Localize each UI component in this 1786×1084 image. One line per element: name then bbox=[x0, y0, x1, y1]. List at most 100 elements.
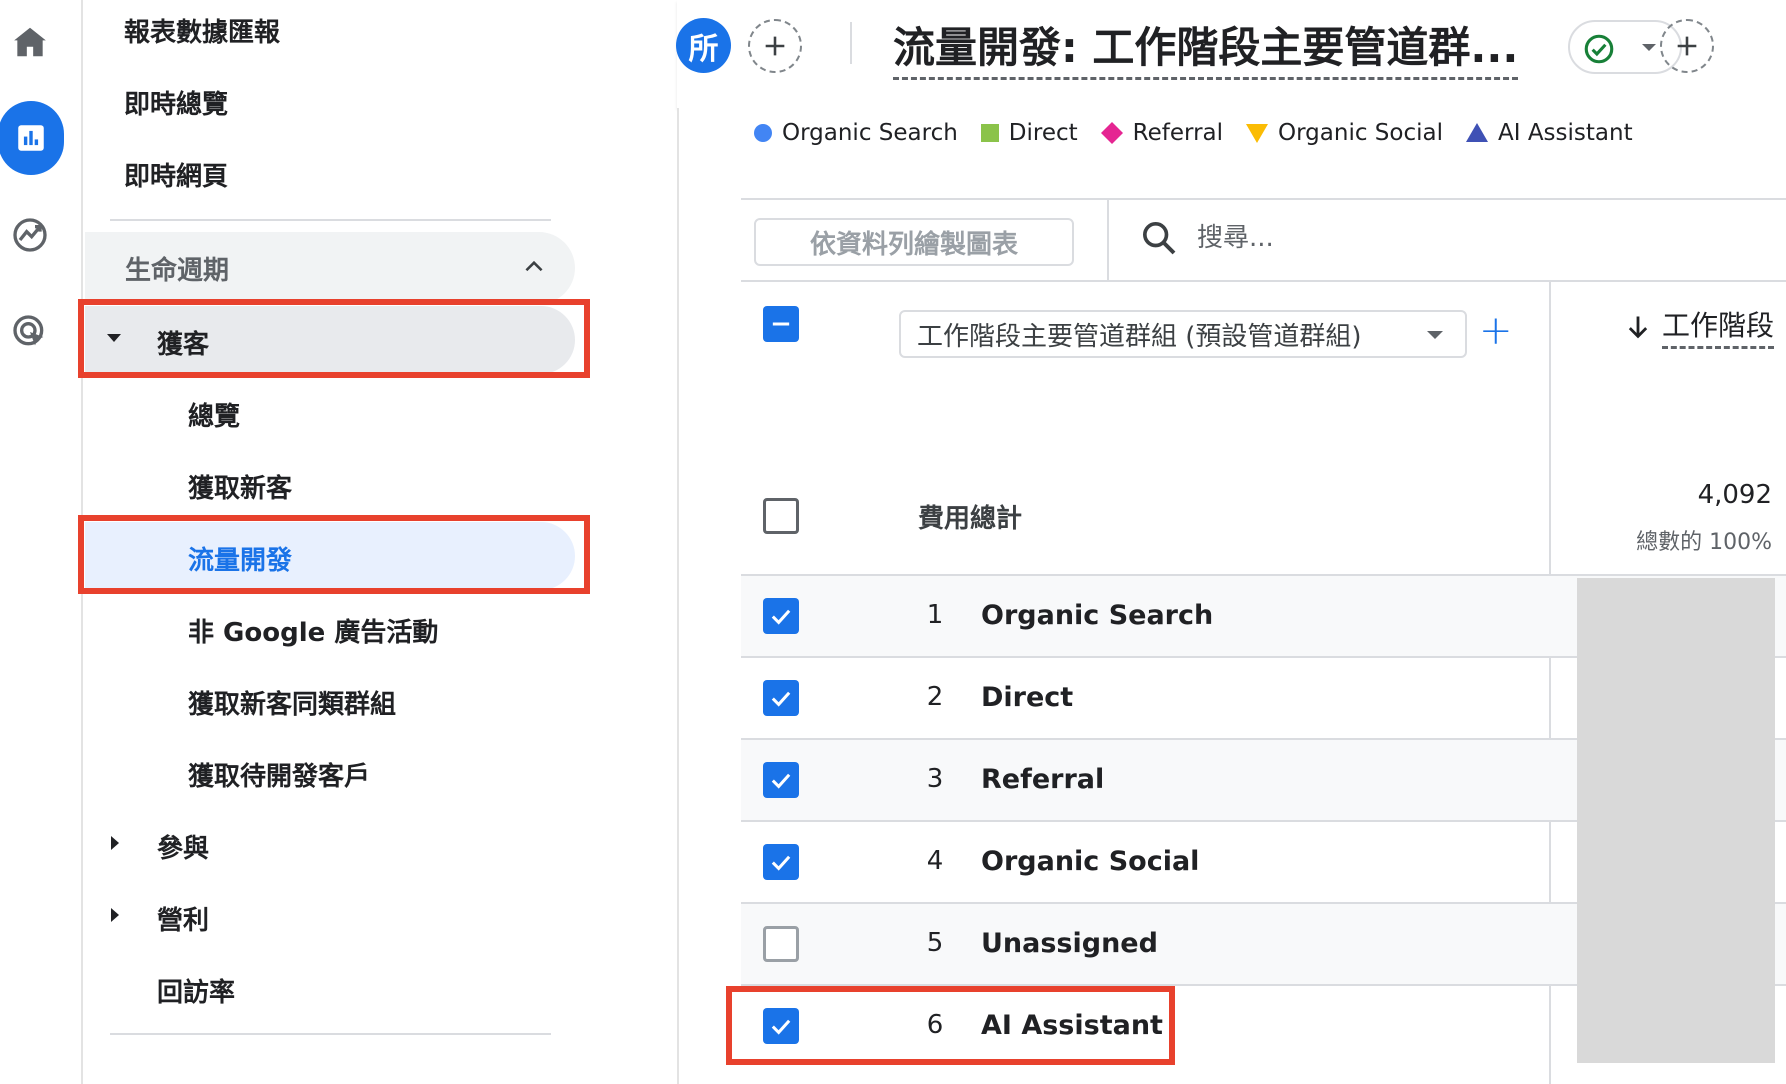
nav-item-label: 獲取待開發客戶 bbox=[188, 762, 371, 792]
plus-icon bbox=[1677, 36, 1697, 56]
triangle-down-marker-icon bbox=[1246, 124, 1269, 143]
circle-marker-icon bbox=[754, 124, 772, 142]
row-checkbox[interactable] bbox=[763, 844, 799, 880]
row-checkbox[interactable] bbox=[763, 762, 799, 798]
report-navigation: 報表數據匯報 即時總覽 即時網頁 生命週期 獲客 總覽 獲取新客 流量開發 非 … bbox=[85, 0, 677, 1084]
row-name: Organic Search bbox=[981, 600, 1214, 631]
legend-label: Referral bbox=[1132, 120, 1224, 146]
totals-value: 4,092 bbox=[1697, 480, 1772, 510]
row-rank: 3 bbox=[926, 764, 944, 794]
totals-percent: 總數的 100% bbox=[1636, 530, 1772, 555]
check-circle-icon bbox=[1584, 34, 1614, 64]
row-name: Unassigned bbox=[981, 928, 1158, 959]
nav-item-acquisition[interactable]: 獲客 bbox=[85, 306, 575, 374]
page-title[interactable]: 流量開發: 工作階段主要管道群... bbox=[893, 14, 1519, 80]
nav-item-label: 營利 bbox=[157, 906, 210, 936]
explore-icon[interactable] bbox=[0, 205, 60, 265]
legend-item[interactable]: Organic Social bbox=[1245, 120, 1443, 146]
caret-down-icon bbox=[1427, 331, 1443, 339]
select-all-checkbox[interactable] bbox=[763, 306, 799, 342]
nav-item-non-google-campaigns[interactable]: 非 Google 廣告活動 bbox=[85, 594, 575, 662]
redacted-values bbox=[1577, 578, 1775, 1063]
legend-item[interactable]: Direct bbox=[980, 120, 1078, 146]
row-name: Referral bbox=[981, 764, 1105, 795]
comparison-avatar[interactable]: 所 bbox=[676, 18, 731, 73]
row-checkbox[interactable] bbox=[763, 598, 799, 634]
plot-rows-button[interactable]: 依資料列繪製圖表 bbox=[754, 218, 1074, 266]
add-filter-button[interactable] bbox=[1660, 19, 1714, 73]
caret-down-icon bbox=[107, 334, 121, 342]
toolbar-divider bbox=[741, 198, 1786, 200]
add-comparison-button[interactable] bbox=[748, 19, 802, 73]
row-rank: 2 bbox=[926, 682, 944, 712]
check-icon bbox=[771, 609, 791, 625]
legend-item[interactable]: Referral bbox=[1100, 120, 1223, 146]
plus-icon bbox=[765, 36, 785, 56]
search-box bbox=[1139, 218, 1497, 258]
minus-icon bbox=[772, 322, 790, 326]
check-icon bbox=[771, 1019, 791, 1035]
nav-item-label: 參與 bbox=[157, 834, 210, 864]
caret-right-icon bbox=[111, 836, 119, 850]
nav-item-lead-acquisition[interactable]: 獲取待開發客戶 bbox=[85, 738, 575, 806]
row-checkbox[interactable] bbox=[763, 926, 799, 962]
row-name: AI Assistant bbox=[981, 1010, 1163, 1041]
chart-legend: Organic Search Direct Referral Organic S… bbox=[753, 120, 1633, 146]
diamond-marker-icon bbox=[1100, 122, 1123, 144]
reports-icon[interactable] bbox=[0, 101, 64, 175]
nav-item-engagement[interactable]: 參與 bbox=[85, 810, 575, 878]
triangle-up-marker-icon bbox=[1465, 123, 1488, 142]
nav-item-realtime-pages[interactable]: 即時網頁 bbox=[124, 156, 228, 193]
legend-label: Organic Social bbox=[1278, 120, 1443, 146]
search-icon bbox=[1143, 222, 1176, 255]
report-content: Organic Search Direct Referral Organic S… bbox=[677, 108, 1786, 1084]
row-rank: 4 bbox=[926, 846, 944, 876]
dimension-label: 工作階段主要管道群組 (預設管道群組) bbox=[917, 321, 1362, 352]
check-icon bbox=[771, 691, 791, 707]
caret-down-icon bbox=[1642, 44, 1656, 51]
nav-item-label: 獲取新客同類群組 bbox=[188, 690, 397, 720]
metric-label: 工作階段 bbox=[1662, 304, 1775, 349]
home-icon[interactable] bbox=[0, 12, 60, 72]
header-divider bbox=[850, 22, 852, 64]
nav-section-lifecycle[interactable]: 生命週期 bbox=[85, 232, 575, 304]
nav-item-realtime-overview[interactable]: 即時總覽 bbox=[124, 84, 228, 121]
row-checkbox[interactable] bbox=[763, 680, 799, 716]
icon-rail bbox=[0, 0, 83, 1084]
nav-item-monetization[interactable]: 營利 bbox=[85, 882, 575, 950]
nav-item-acquisition-cohorts[interactable]: 獲取新客同類群組 bbox=[85, 666, 575, 734]
nav-item-label: 流量開發 bbox=[188, 546, 293, 576]
legend-label: AI Assistant bbox=[1497, 120, 1633, 146]
nav-item-label: 總覽 bbox=[188, 402, 241, 432]
dimension-dropdown[interactable]: 工作階段主要管道群組 (預設管道群組) bbox=[899, 310, 1467, 358]
nav-item-label: 獲取新客 bbox=[188, 474, 293, 504]
nav-section-label: 生命週期 bbox=[125, 256, 230, 286]
metric-column-header[interactable]: 工作階段 bbox=[1624, 304, 1775, 349]
advertising-icon[interactable] bbox=[0, 302, 60, 362]
nav-item-label: 回訪率 bbox=[157, 978, 236, 1008]
row-checkbox[interactable] bbox=[763, 1008, 799, 1044]
nav-divider bbox=[110, 219, 551, 221]
row-rank: 1 bbox=[926, 600, 944, 630]
nav-item-label: 獲客 bbox=[157, 330, 210, 360]
chevron-up-icon bbox=[525, 260, 543, 272]
nav-item-traffic-acquisition[interactable]: 流量開發 bbox=[85, 522, 575, 590]
nav-divider bbox=[110, 1033, 551, 1035]
toolbar-divider bbox=[1107, 200, 1109, 280]
caret-right-icon bbox=[111, 908, 119, 922]
nav-item-retention[interactable]: 回訪率 bbox=[85, 954, 575, 1022]
totals-label: 費用總計 bbox=[918, 504, 1023, 534]
legend-item[interactable]: Organic Search bbox=[753, 120, 958, 146]
row-rank: 5 bbox=[926, 928, 944, 958]
nav-item-user-acquisition[interactable]: 獲取新客 bbox=[85, 450, 575, 518]
legend-item[interactable]: AI Assistant bbox=[1465, 120, 1633, 146]
nav-item-report-snapshot[interactable]: 報表數據匯報 bbox=[124, 12, 280, 49]
check-icon bbox=[771, 773, 791, 789]
row-name: Organic Social bbox=[981, 846, 1200, 877]
nav-item-acquisition-overview[interactable]: 總覽 bbox=[85, 378, 575, 446]
row-name: Direct bbox=[981, 682, 1074, 713]
add-dimension-button[interactable]: + bbox=[1479, 308, 1513, 354]
search-input[interactable] bbox=[1197, 223, 1497, 253]
totals-checkbox[interactable] bbox=[763, 498, 799, 534]
legend-label: Organic Search bbox=[782, 120, 958, 146]
